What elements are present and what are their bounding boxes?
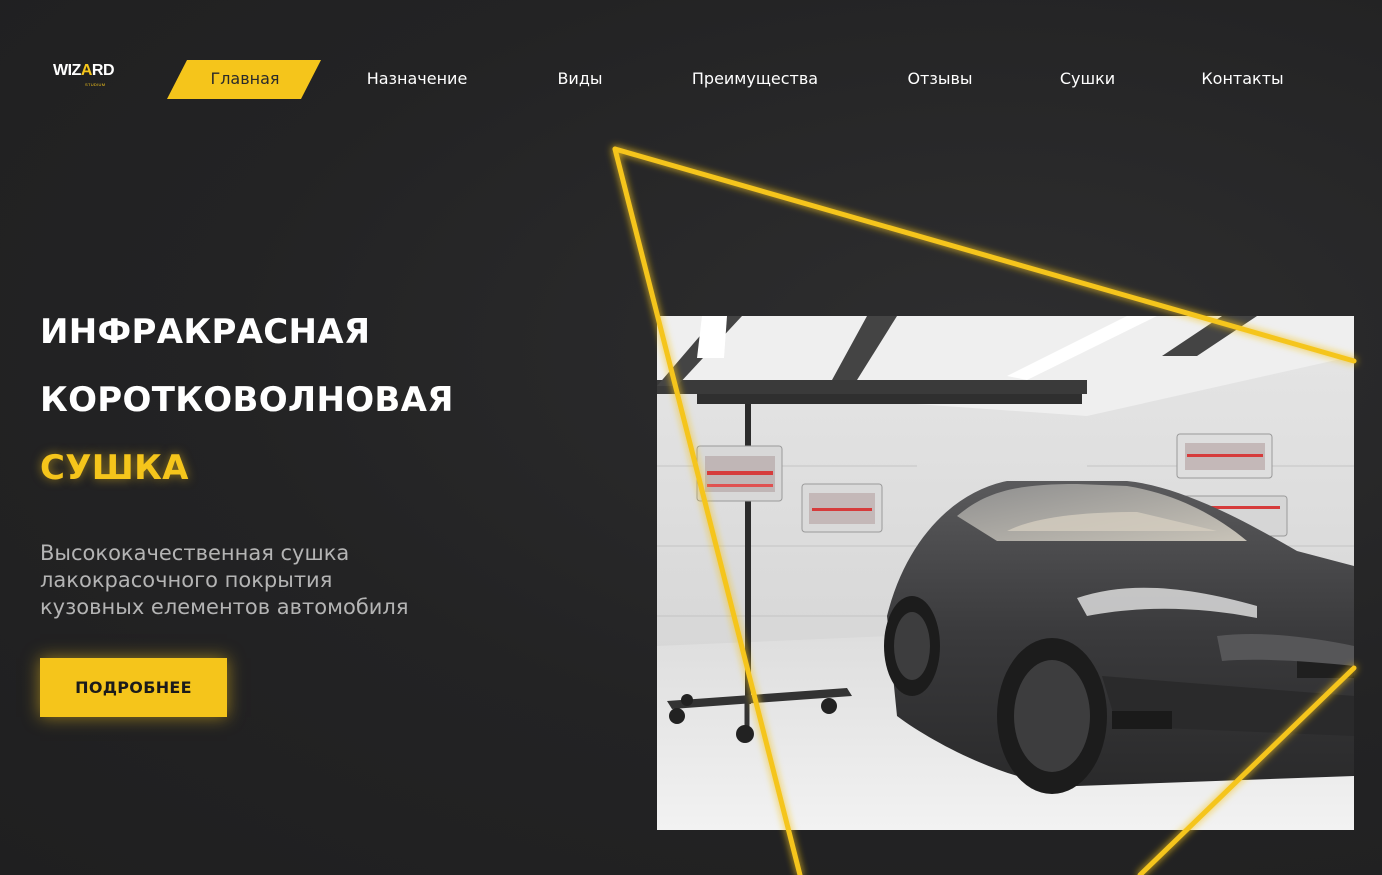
main-nav: Главная Назначение Виды Преимущества Отз…: [0, 60, 1382, 100]
hero-title-accent: СУШКА: [40, 448, 189, 488]
hero-title-line-2: КОРОТКОВОЛНОВАЯ: [40, 380, 454, 420]
more-details-button[interactable]: ПОДРОБНЕЕ: [40, 658, 227, 717]
nav-item-contacts[interactable]: Контакты: [1190, 60, 1295, 98]
infrared-heater-left: [696, 445, 783, 502]
page: WIZARD STUDIUM Главная Назначение Виды П…: [0, 0, 1382, 875]
nav-item-types[interactable]: Виды: [540, 60, 620, 98]
hero-title-line-1: ИНФРАКРАСНАЯ: [40, 312, 371, 352]
nav-item-purpose[interactable]: Назначение: [352, 60, 482, 98]
hero-heading: ИНФРАКРАСНАЯ КОРОТКОВОЛНОВАЯ СУШКА: [40, 298, 560, 502]
nav-item-reviews[interactable]: Отзывы: [890, 60, 990, 98]
car-drying-booth-image: [657, 316, 1354, 830]
nav-item-dryers[interactable]: Сушки: [1045, 60, 1130, 98]
hero-description-line: кузовных елементов автомобиля: [40, 595, 409, 619]
hero-description-line: Высококачественная сушка: [40, 541, 350, 565]
nav-item-home[interactable]: Главная: [190, 60, 300, 98]
hero-description: Высококачественная сушка лакокрасочного …: [40, 540, 470, 621]
nav-item-advantages[interactable]: Преимущества: [680, 60, 830, 98]
infrared-heater-mid: [801, 483, 883, 533]
hero-description-line: лакокрасочного покрытия: [40, 568, 333, 592]
